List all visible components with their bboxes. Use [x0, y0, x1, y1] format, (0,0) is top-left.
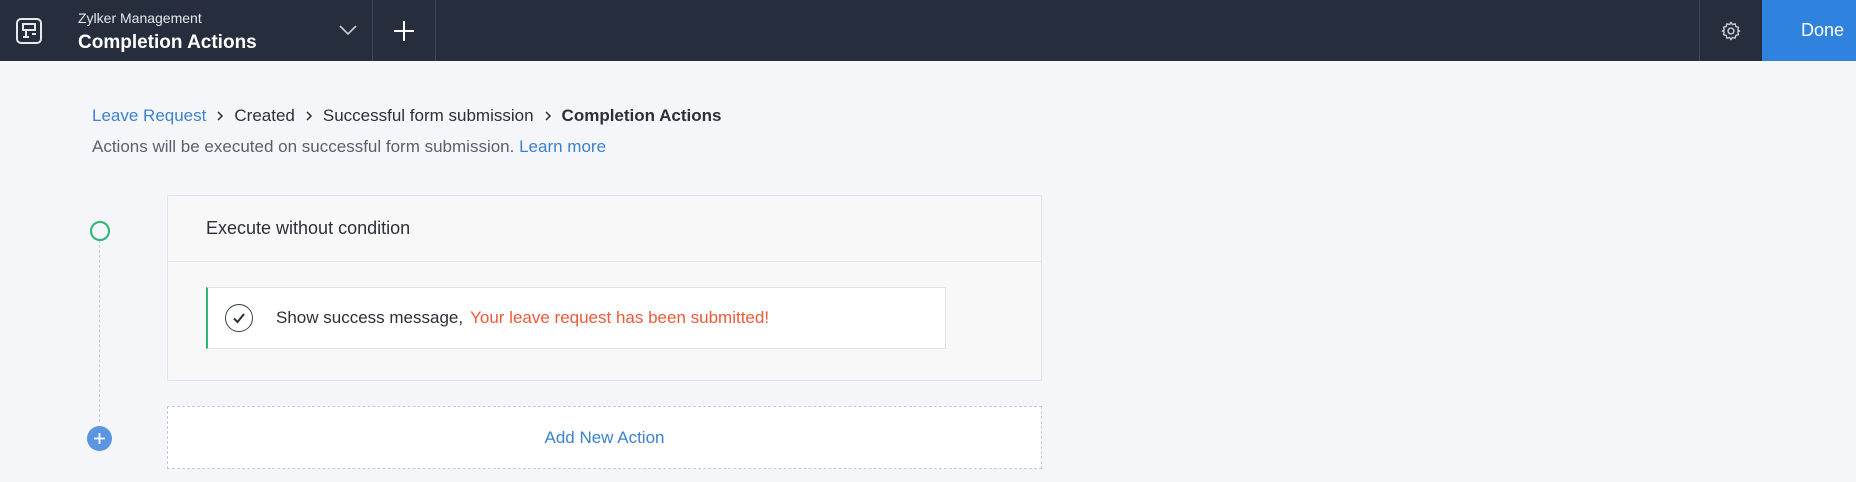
action-item[interactable]: Show success message, Your leave request…	[206, 287, 946, 349]
add-new-action-button[interactable]: Add New Action	[167, 406, 1042, 469]
breadcrumb-current: Completion Actions	[561, 106, 722, 125]
title-block[interactable]: Zylker Management Completion Actions	[58, 0, 372, 61]
description-text: Actions will be executed on successful f…	[92, 137, 515, 156]
app-name: Zylker Management	[78, 10, 202, 26]
timeline-add-button[interactable]	[87, 426, 112, 451]
breadcrumb-successful-submission: Successful form submission	[322, 106, 534, 125]
chevron-right-icon	[299, 105, 319, 127]
condition-card: Execute without condition Show success m…	[167, 195, 1042, 381]
chevron-down-icon	[339, 25, 357, 36]
gear-icon	[1721, 21, 1741, 40]
chevron-right-icon	[538, 105, 558, 127]
add-button[interactable]	[372, 0, 436, 61]
chevron-right-icon	[210, 105, 230, 127]
learn-more-link[interactable]: Learn more	[519, 137, 606, 156]
page-title: Completion Actions	[78, 32, 257, 53]
action-label: Show success message,	[276, 308, 464, 327]
breadcrumb-leave-request[interactable]: Leave Request	[92, 105, 206, 127]
timeline-node	[90, 221, 110, 241]
top-bar: Zylker Management Completion Actions Don…	[0, 0, 1856, 61]
plus-circle-icon	[94, 433, 105, 444]
condition-title: Execute without condition	[168, 196, 1041, 262]
timeline-connector	[99, 240, 100, 422]
breadcrumb-created: Created	[234, 106, 295, 125]
page-description: Actions will be executed on successful f…	[92, 136, 606, 158]
breadcrumb: Leave Request Created Successful form su…	[92, 105, 721, 127]
app-icon-button[interactable]	[0, 0, 58, 61]
settings-button[interactable]	[1699, 0, 1762, 61]
title-dropdown[interactable]	[338, 20, 358, 40]
check-circle-icon	[225, 304, 253, 332]
plus-icon	[394, 20, 414, 41]
done-button[interactable]: Done	[1762, 0, 1856, 61]
app-switcher-icon	[16, 17, 42, 44]
success-message-text: Your leave request has been submitted!	[470, 308, 770, 327]
